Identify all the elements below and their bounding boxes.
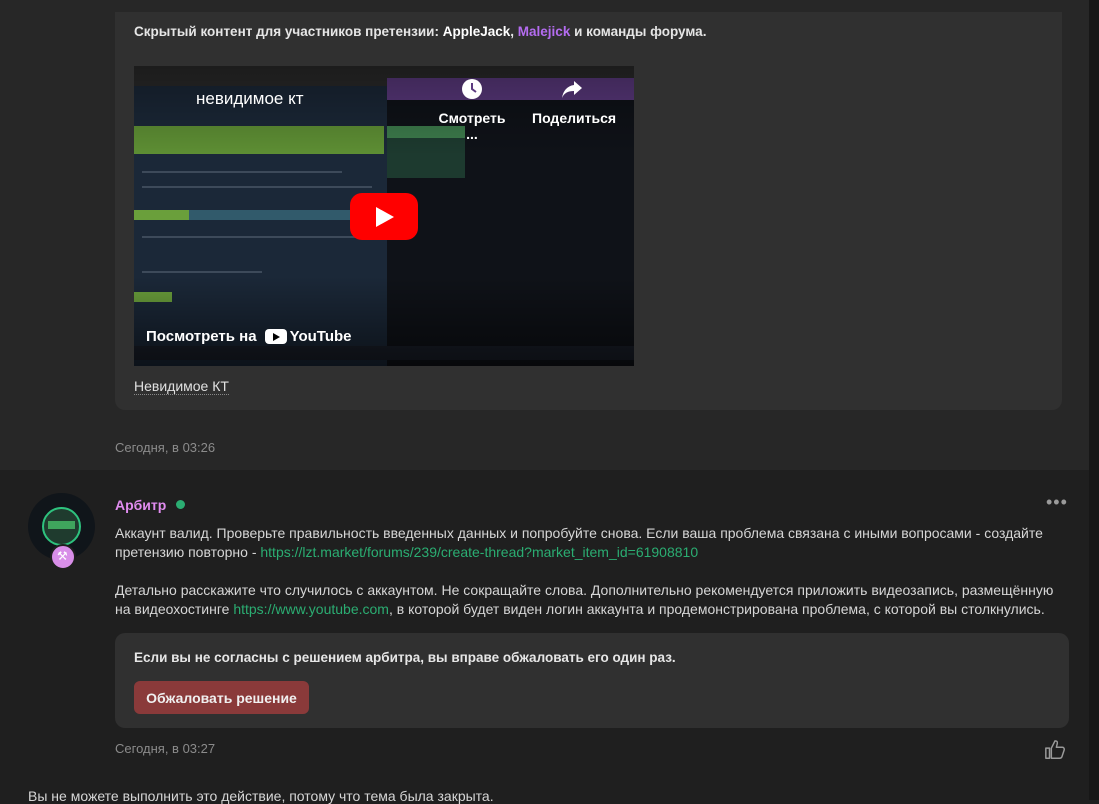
watch-on-label: Посмотреть на bbox=[146, 328, 257, 345]
video-caption[interactable]: Невидимое КТ bbox=[134, 378, 229, 395]
video-title[interactable]: невидимое кт bbox=[196, 89, 304, 109]
share-arrow-icon bbox=[561, 78, 583, 100]
youtube-link[interactable]: https://www.youtube.com bbox=[233, 601, 389, 617]
appeal-text: Если вы не согласны с решением арбитра, … bbox=[134, 650, 676, 665]
more-options-icon[interactable]: ••• bbox=[1046, 492, 1068, 513]
username[interactable]: Арбитр bbox=[115, 497, 166, 513]
post-timestamp[interactable]: Сегодня, в 03:26 bbox=[115, 440, 215, 455]
youtube-logo-text: YouTube bbox=[289, 328, 352, 345]
avatar-band bbox=[48, 521, 75, 529]
create-thread-link[interactable]: https://lzt.market/forums/239/create-thr… bbox=[260, 544, 698, 560]
member-link-applejack[interactable]: AppleJack bbox=[443, 24, 511, 39]
watch-on-youtube-link[interactable]: Посмотреть на YouTube bbox=[146, 328, 352, 345]
message-paragraph-2: Детально расскажите что случилось с акка… bbox=[115, 581, 1055, 619]
member-separator: , bbox=[510, 24, 518, 39]
hidden-content-header: Скрытый контент для участников претензии… bbox=[134, 24, 706, 39]
clock-icon bbox=[461, 78, 483, 100]
hidden-content-prefix: Скрытый контент для участников претензии… bbox=[134, 24, 443, 39]
watch-later-button[interactable]: Смотреть ... bbox=[432, 78, 512, 142]
share-button[interactable]: Поделиться bbox=[532, 78, 616, 126]
arbiter-badge: ⚒ bbox=[50, 544, 76, 570]
youtube-logo-icon: YouTube bbox=[264, 328, 352, 345]
message-text-3: , в которой будет виден логин аккаунта и… bbox=[388, 601, 1045, 617]
closed-thread-notice: Вы не можете выполнить это действие, пот… bbox=[28, 788, 494, 804]
online-status-dot bbox=[176, 500, 185, 509]
share-label: Поделиться bbox=[532, 110, 617, 126]
youtube-embed[interactable]: невидимое кт Смотреть ... Поделиться Пос… bbox=[134, 66, 634, 366]
appeal-box: Если вы не согласны с решением арбитра, … bbox=[115, 633, 1069, 728]
post-timestamp[interactable]: Сегодня, в 03:27 bbox=[115, 741, 215, 756]
member-link-malejick[interactable]: Malejick bbox=[518, 24, 571, 39]
watch-later-label: Смотреть ... bbox=[438, 110, 506, 142]
gavel-icon: ⚒ bbox=[57, 549, 68, 563]
youtube-play-button[interactable] bbox=[350, 193, 418, 240]
page-scrollbar-track[interactable] bbox=[1089, 0, 1099, 800]
like-icon[interactable] bbox=[1044, 739, 1066, 761]
hidden-content-suffix: и команды форума. bbox=[570, 24, 707, 39]
post-message: Аккаунт валид. Проверьте правильность вв… bbox=[115, 524, 1055, 638]
appeal-button[interactable]: Обжаловать решение bbox=[134, 681, 309, 714]
message-paragraph-1: Аккаунт валид. Проверьте правильность вв… bbox=[115, 524, 1055, 562]
post-previous: Скрытый контент для участников претензии… bbox=[0, 0, 1089, 470]
